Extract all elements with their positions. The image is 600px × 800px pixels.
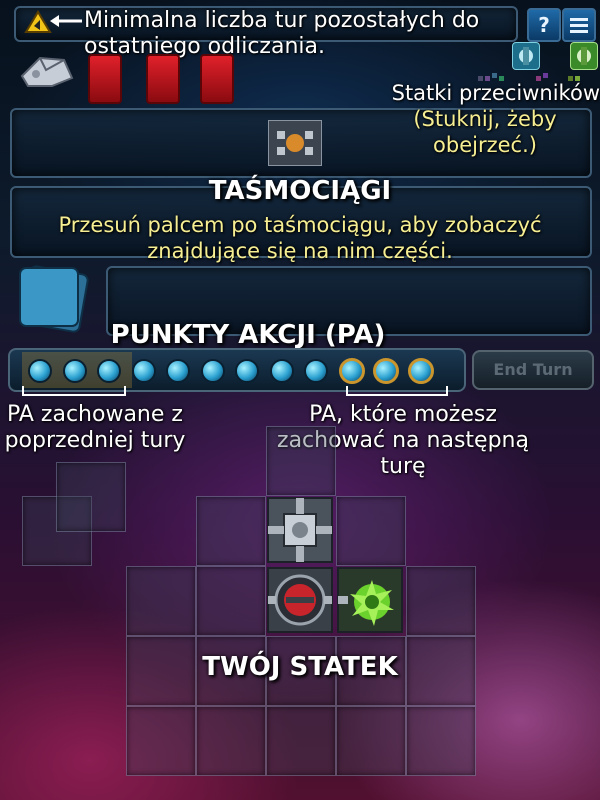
conveyor-hint: Przesuń palcem po taśmociągu, aby zobacz… [58,213,542,263]
ship-slot[interactable] [406,566,476,636]
countdown-card-1 [88,54,122,104]
action-point-orb [166,359,190,383]
ship-slot[interactable] [196,566,266,636]
countdown-card-3 [200,54,234,104]
ship-slot[interactable] [56,462,126,532]
opponent-ship-green[interactable] [570,42,598,70]
action-point-orb [28,359,52,383]
ship-slot[interactable] [336,496,406,566]
ship-slot[interactable] [406,706,476,776]
action-point-orb [373,358,399,384]
ship-slot[interactable] [196,706,266,776]
conveyor-title: TAŚMOCIĄGI [208,176,392,206]
cabin-module-icon[interactable] [266,566,334,634]
action-point-orb [407,358,434,384]
menu-button[interactable] [562,8,596,42]
action-point-orb [97,359,121,383]
ship-slot[interactable] [336,706,406,776]
action-point-orb [304,359,328,383]
opponent-progress-pixels [478,68,598,81]
ship-slot[interactable] [196,496,266,566]
action-points-title: PUNKTY AKCJI (PA) [110,320,386,350]
saved-ap-hint: PA zachowane z poprzedniej tury [4,402,186,453]
opponent-ship-blue[interactable] [512,42,540,70]
action-point-orb [131,359,156,383]
structural-module-icon[interactable] [266,496,334,564]
opponents-hint-tap: (Stuknij, żeby obejrzeć.) [413,107,557,157]
ship-slot[interactable] [126,566,196,636]
saved-ap-bracket [22,386,126,396]
ship-slot[interactable] [266,706,336,776]
hamburger-menu-icon [570,18,588,33]
action-point-orb [235,359,259,383]
ship-slot[interactable] [126,706,196,776]
ship-title: TWÓJ STATEK [202,652,398,682]
alien-module-icon[interactable] [336,566,404,634]
action-point-orb [62,359,87,383]
opponent-ship-preview[interactable] [268,120,322,166]
action-point-orb [200,359,225,383]
end-turn-button[interactable]: End Turn [472,350,594,390]
opponents-hint-title: Statki przeciwników [391,81,600,105]
end-turn-label: End Turn [493,360,573,379]
ship-token-icon[interactable] [18,50,76,92]
countdown-card-2 [146,54,180,104]
countdown-hint: Minimalna liczba tur pozostałych do osta… [84,8,480,59]
action-point-orb [338,358,365,384]
saveable-ap-bracket [346,386,448,396]
help-button[interactable]: ? [527,8,561,42]
action-point-orb [269,359,294,383]
question-icon: ? [538,13,550,37]
callout-arrow [48,13,84,27]
ship-slot[interactable] [266,426,336,496]
